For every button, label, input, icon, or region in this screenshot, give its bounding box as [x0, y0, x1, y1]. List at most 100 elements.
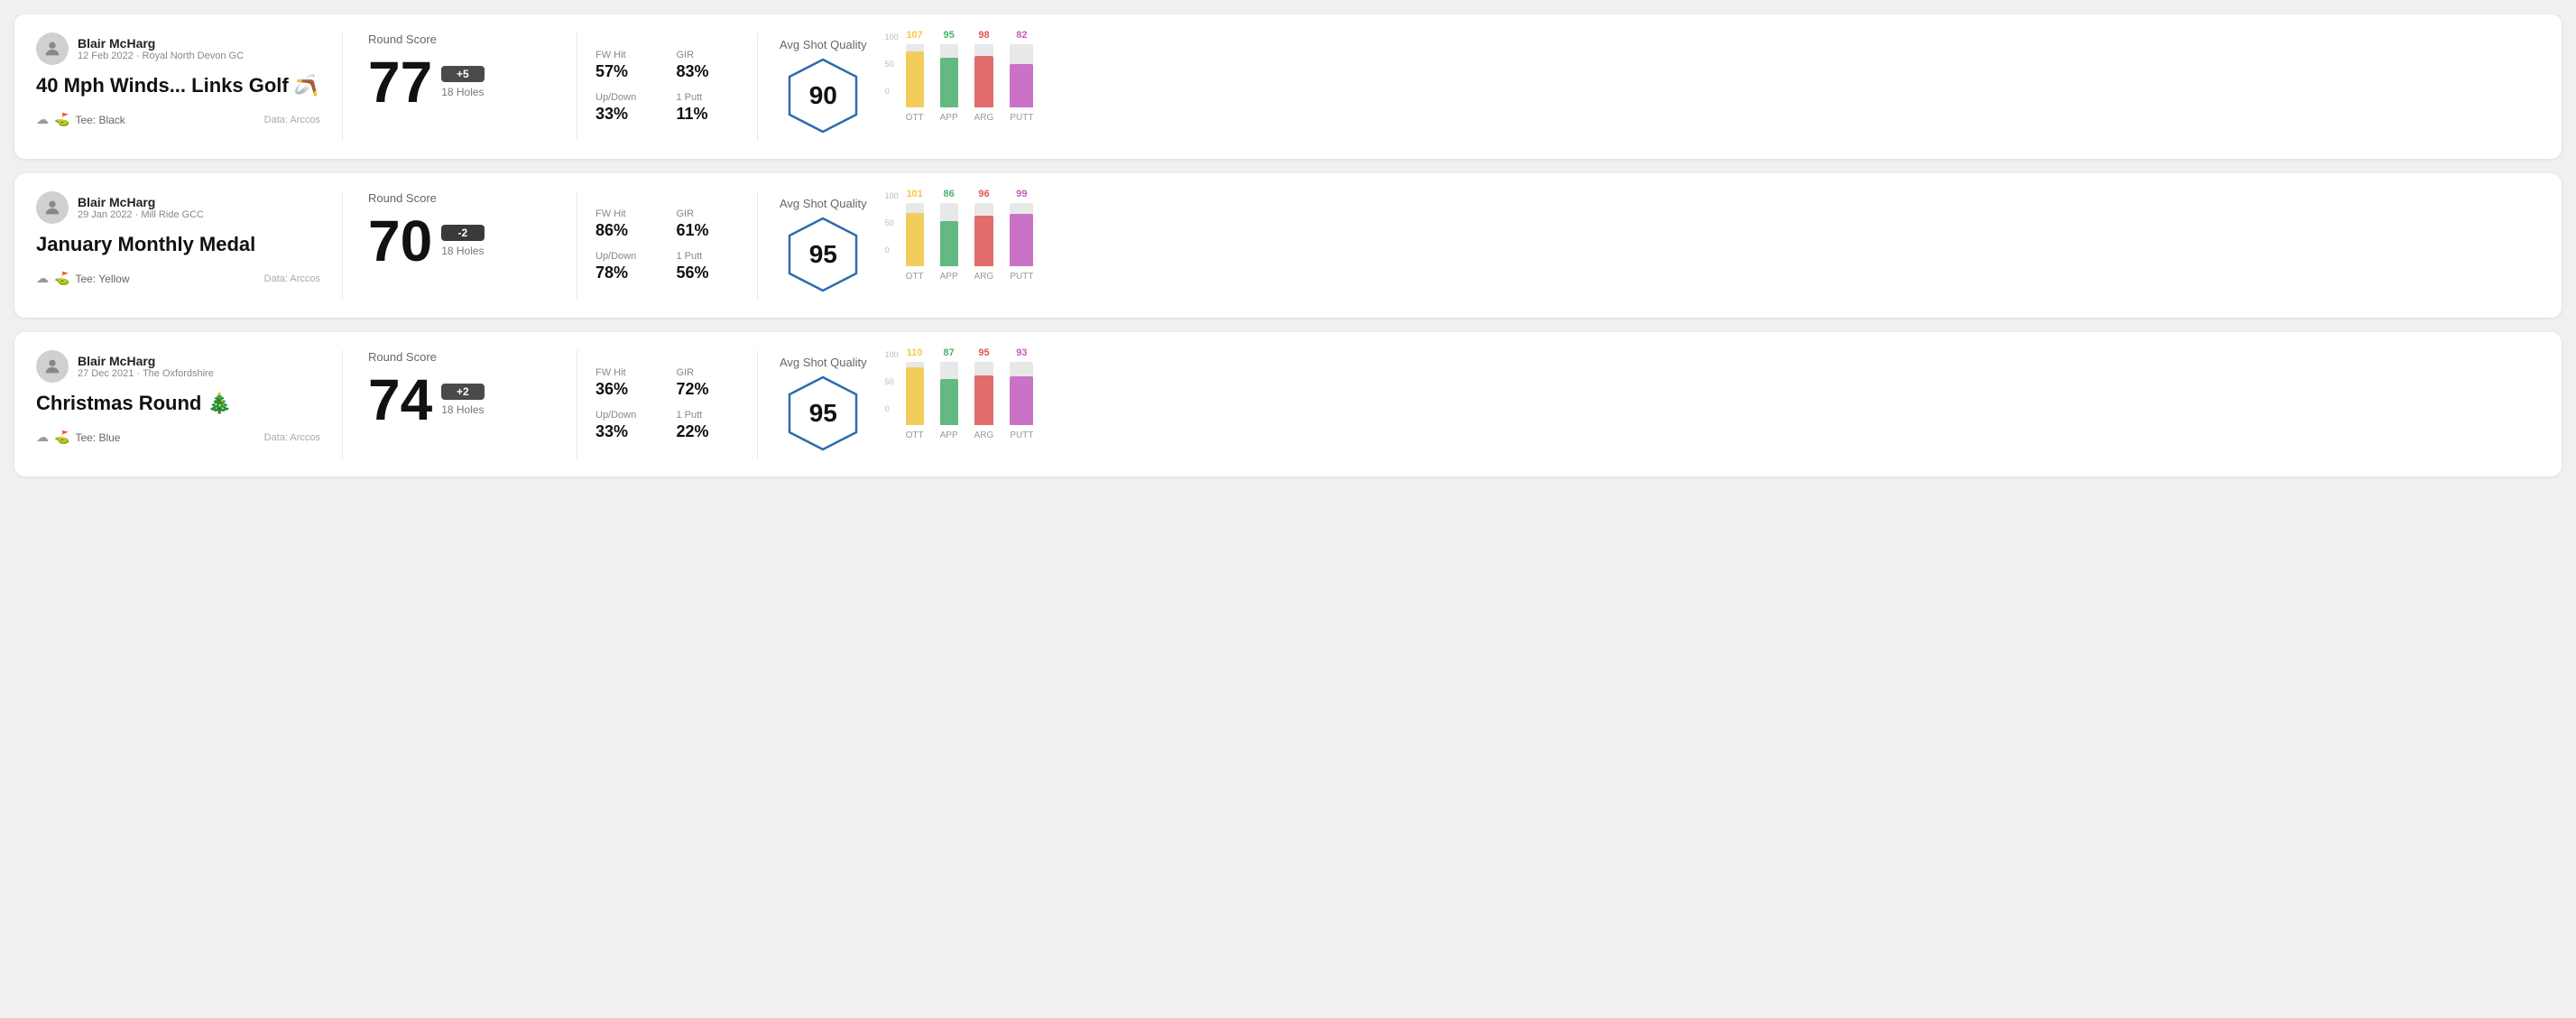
data-source: Data: Arccos — [264, 115, 320, 125]
tee-icon: ⛳ — [54, 271, 69, 286]
chart-area: 100 50 0 107 OTT 95 — [885, 32, 2540, 141]
oneputt-value: 56% — [677, 264, 740, 282]
round-title: Christmas Round 🎄 — [36, 392, 320, 415]
oneputt-stat: 1 Putt 22% — [677, 410, 740, 441]
bar-axis-label: OTT — [906, 113, 924, 123]
bar-group: 96 ARG — [974, 189, 994, 282]
round-card: Blair McHarg 29 Jan 2022 · Mill Ride GCC… — [14, 173, 2562, 318]
bar-value: 95 — [944, 30, 955, 41]
y-label-50: 50 — [885, 60, 899, 69]
bar-value: 86 — [944, 189, 955, 199]
user-name: Blair McHarg — [78, 195, 204, 209]
gir-value: 83% — [677, 62, 740, 81]
score-diff-badge: +5 — [441, 66, 484, 82]
fw-hit-label: FW Hit — [596, 50, 659, 60]
fw-hit-value: 36% — [596, 380, 659, 399]
bar-fill — [940, 221, 958, 266]
stats-grid: FW Hit 86% GIR 61% Up/Down 78% 1 Putt 56… — [596, 208, 739, 282]
bar-value: 107 — [906, 30, 922, 41]
y-label-0: 0 — [885, 87, 899, 96]
score-diff-badge: -2 — [441, 225, 484, 241]
chart-area: 100 50 0 110 OTT 87 — [885, 350, 2540, 458]
user-meta: 12 Feb 2022 · Royal North Devon GC — [78, 51, 244, 61]
round-title: 40 Mph Winds... Links Golf 🪃 — [36, 74, 320, 97]
user-info: Blair McHarg 27 Dec 2021 · The Oxfordshi… — [78, 354, 214, 379]
bar-fill — [940, 58, 958, 107]
y-label-100: 100 — [885, 191, 899, 200]
oneputt-value: 11% — [677, 105, 740, 124]
avatar — [36, 191, 69, 224]
score-badge-col: +2 18 Holes — [441, 384, 484, 416]
bar-value: 96 — [978, 189, 989, 199]
weather-icon: ☁ — [36, 112, 49, 127]
bar-axis-label: PUTT — [1010, 430, 1033, 440]
round-score-label: Round Score — [368, 191, 551, 205]
bar-group: 99 PUTT — [1010, 189, 1033, 282]
bar-chart: 101 OTT 86 APP 96 — [906, 191, 1034, 300]
weather-icon: ☁ — [36, 271, 49, 286]
chart-wrapper: 100 50 0 101 OTT 86 — [885, 191, 2540, 300]
bar-axis-label: OTT — [906, 430, 924, 440]
bar-wrapper — [940, 362, 958, 425]
bar-value: 110 — [907, 347, 923, 358]
bar-fill — [1010, 64, 1033, 107]
bar-fill — [974, 375, 994, 425]
round-card: Blair McHarg 12 Feb 2022 · Royal North D… — [14, 14, 2562, 159]
fw-hit-value: 86% — [596, 221, 659, 240]
gir-label: GIR — [677, 208, 740, 219]
quality-score: 90 — [809, 81, 837, 110]
score-row: 74 +2 18 Holes — [368, 371, 551, 429]
data-source: Data: Arccos — [264, 273, 320, 284]
hexagon-container: 95 — [782, 214, 863, 295]
bar-chart: 107 OTT 95 APP 98 — [906, 32, 1034, 141]
oneputt-label: 1 Putt — [677, 251, 740, 262]
bar-wrapper — [906, 362, 924, 425]
gir-value: 72% — [677, 380, 740, 399]
big-score: 74 — [368, 371, 432, 429]
right-section: Avg Shot Quality 90 100 50 0 — [758, 32, 2540, 141]
updown-stat: Up/Down 33% — [596, 410, 659, 441]
bar-group: 101 OTT — [906, 189, 924, 282]
score-section: Round Score 74 +2 18 Holes — [343, 350, 577, 458]
y-label-50: 50 — [885, 218, 899, 227]
left-section: Blair McHarg 29 Jan 2022 · Mill Ride GCC… — [36, 191, 343, 300]
gir-value: 61% — [677, 221, 740, 240]
bar-group: 82 PUTT — [1010, 30, 1033, 123]
bar-wrapper — [906, 203, 924, 266]
tee-info: ☁ ⛳ Tee: Blue — [36, 430, 120, 445]
oneputt-label: 1 Putt — [677, 92, 740, 103]
updown-label: Up/Down — [596, 92, 659, 103]
user-row: Blair McHarg 29 Jan 2022 · Mill Ride GCC — [36, 191, 320, 224]
hexagon-container: 95 — [782, 373, 863, 454]
oneputt-stat: 1 Putt 56% — [677, 251, 740, 282]
bar-wrapper — [1010, 362, 1033, 425]
bar-axis-label: ARG — [974, 272, 994, 282]
fw-hit-stat: FW Hit 86% — [596, 208, 659, 240]
bar-value: 95 — [978, 347, 989, 358]
bar-axis-label: PUTT — [1010, 272, 1033, 282]
bar-value: 82 — [1016, 30, 1027, 41]
round-score-label: Round Score — [368, 32, 551, 46]
avatar — [36, 350, 69, 383]
quality-label: Avg Shot Quality — [780, 356, 867, 369]
bar-axis-label: APP — [940, 430, 958, 440]
chart-y-axis: 100 50 0 — [885, 32, 902, 96]
gir-label: GIR — [677, 50, 740, 60]
quality-section: Avg Shot Quality 90 — [780, 38, 867, 136]
chart-area: 100 50 0 101 OTT 86 — [885, 191, 2540, 300]
bar-chart: 110 OTT 87 APP 95 — [906, 350, 1034, 458]
left-section: Blair McHarg 12 Feb 2022 · Royal North D… — [36, 32, 343, 141]
quality-section: Avg Shot Quality 95 — [780, 197, 867, 295]
hexagon-container: 90 — [782, 55, 863, 136]
user-name: Blair McHarg — [78, 36, 244, 51]
score-row: 77 +5 18 Holes — [368, 53, 551, 111]
bar-wrapper — [974, 44, 994, 107]
bar-wrapper — [974, 362, 994, 425]
bar-axis-label: OTT — [906, 272, 924, 282]
updown-stat: Up/Down 78% — [596, 251, 659, 282]
fw-hit-label: FW Hit — [596, 208, 659, 219]
bar-group: 95 ARG — [974, 347, 994, 440]
bottom-row: ☁ ⛳ Tee: Black Data: Arccos — [36, 112, 320, 127]
bar-value: 101 — [906, 189, 922, 199]
bar-fill — [1010, 214, 1033, 266]
